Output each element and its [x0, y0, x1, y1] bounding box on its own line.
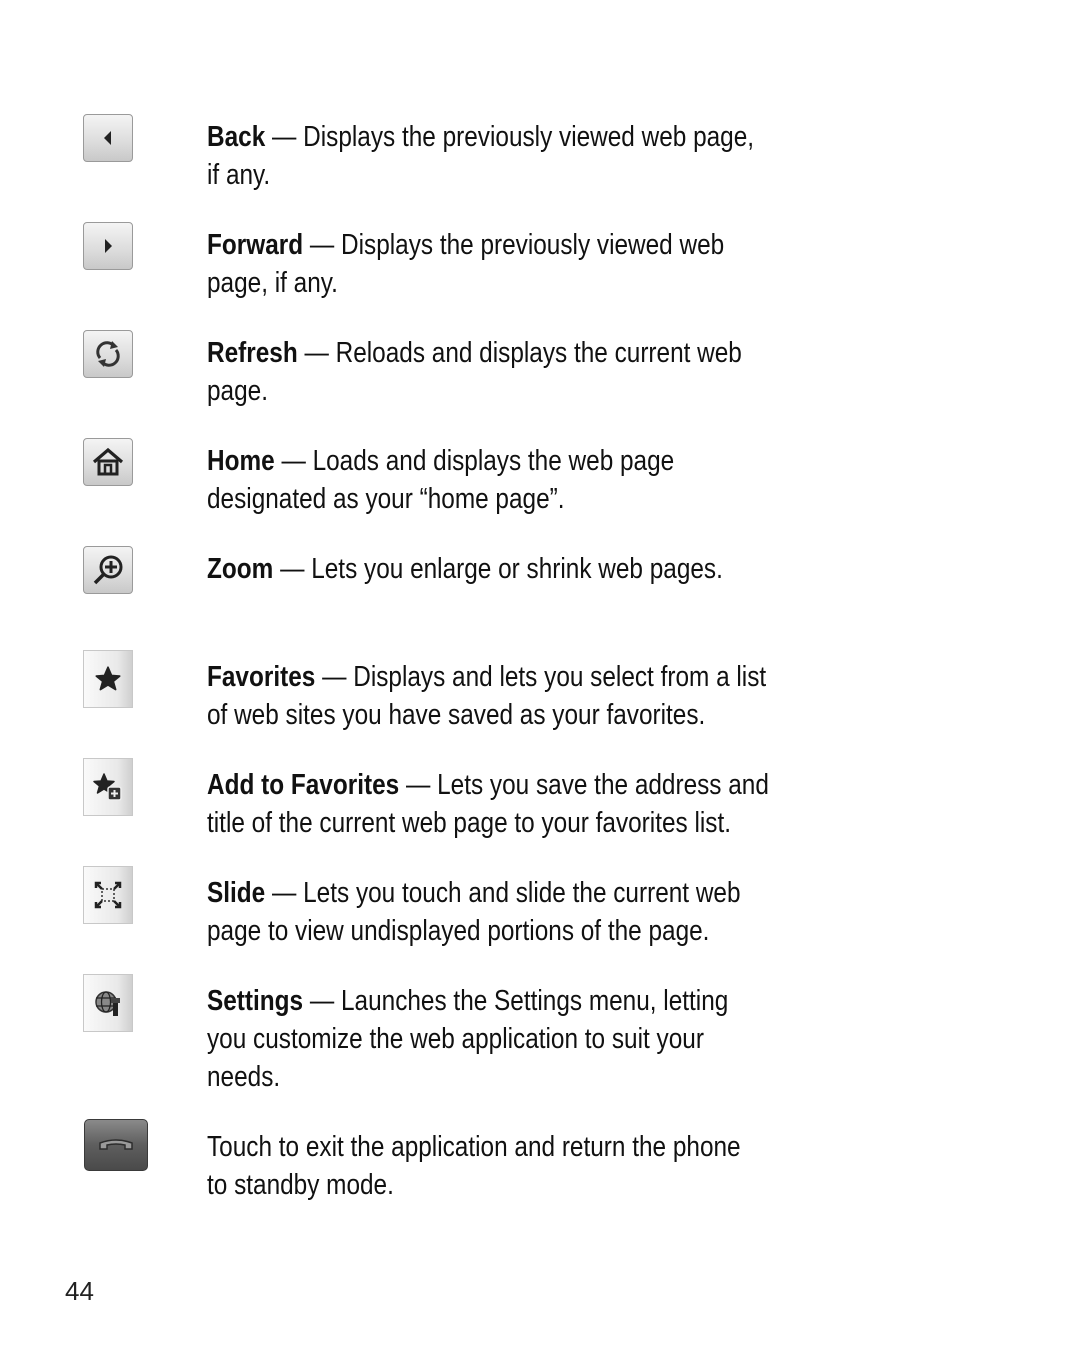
settings-globe-icon: [95, 991, 120, 1016]
item-term: Refresh: [207, 337, 298, 369]
item-description: Touch to exit the application and return…: [207, 1131, 741, 1201]
add-favorite-icon: [93, 773, 122, 801]
back-arrow-icon: [104, 131, 111, 145]
zoom-in-icon: [93, 555, 123, 585]
home-icon: [92, 447, 124, 476]
item-description: Back — Displays the previously viewed we…: [207, 121, 755, 191]
refresh-icon: [96, 341, 120, 367]
item-term: Slide: [207, 877, 266, 909]
item-term: Zoom: [207, 553, 274, 585]
item-description: Home — Loads and displays the web page d…: [207, 445, 675, 515]
slide-expand-icon: [94, 881, 122, 909]
favorites-button-image: [83, 650, 133, 708]
add-favorites-button-image: [83, 758, 133, 816]
page-number: 44: [65, 1276, 94, 1306]
item-description: Slide — Lets you touch and slide the cur…: [207, 877, 741, 947]
item-term: Back: [207, 121, 266, 153]
item-description: Refresh — Reloads and displays the curre…: [207, 337, 742, 407]
refresh-button-image: [83, 330, 133, 378]
item-description: Zoom — Lets you enlarge or shrink web pa…: [207, 553, 723, 585]
end-call-icon: [99, 1139, 133, 1150]
item-term: Forward: [207, 229, 304, 261]
item-description: Settings — Launches the Settings menu, l…: [207, 985, 729, 1093]
forward-button-image: [83, 222, 133, 270]
home-button-image: [83, 438, 133, 486]
item-term: Home: [207, 445, 275, 477]
item-term: Add to Favorites: [207, 769, 400, 801]
end-key-image: [84, 1119, 148, 1171]
item-description: Favorites — Displays and lets you select…: [207, 661, 767, 731]
item-term: Settings: [207, 985, 304, 1017]
forward-arrow-icon: [105, 239, 112, 253]
star-icon: [95, 666, 121, 691]
item-term: Favorites: [207, 661, 316, 693]
zoom-button-image: [83, 546, 133, 594]
item-description: Forward — Displays the previously viewed…: [207, 229, 725, 299]
slide-button-image: [83, 866, 133, 924]
back-button-image: [83, 114, 133, 162]
settings-button-image: [83, 974, 133, 1032]
item-description: Add to Favorites — Lets you save the add…: [207, 769, 769, 839]
